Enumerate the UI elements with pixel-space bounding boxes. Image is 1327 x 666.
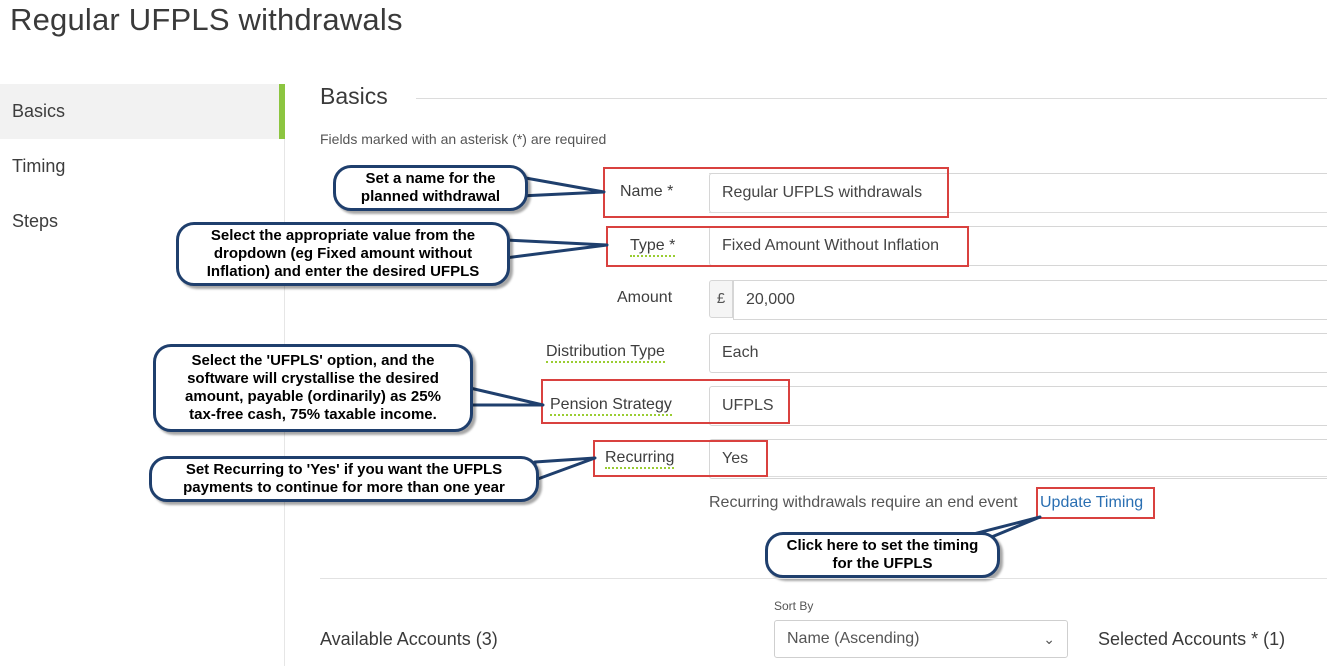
sidebar-item-timing[interactable]: Timing <box>0 139 285 194</box>
distribution-type-label-text: Distribution Type <box>546 343 665 363</box>
callout-pointer-name <box>518 175 606 198</box>
callout-name-line-1: Set a name for the <box>365 170 496 187</box>
callout-type-line-1: Select the appropriate value from the <box>210 227 476 244</box>
amount-input[interactable]: 20,000 <box>733 280 1327 320</box>
callout-type: Select the appropriate value from the dro… <box>176 222 510 286</box>
callout-name: Set a name for the planned withdrawal <box>333 165 528 211</box>
callout-pension-line-3: amount, payable (ordinarily) as 25% <box>185 388 441 405</box>
pension-strategy-highlight <box>541 379 790 424</box>
accounts-divider <box>320 578 1327 579</box>
callout-recurring-line-1: Set Recurring to 'Yes' if you want the U… <box>185 461 503 478</box>
chevron-down-icon: ⌄ <box>1043 631 1055 647</box>
callout-pointer-type <box>503 238 609 260</box>
distribution-type-select[interactable]: Each <box>709 333 1327 373</box>
update-timing-highlight <box>1036 487 1155 519</box>
callout-pension-line-1: Select the 'UFPLS' option, and the <box>191 352 435 369</box>
callout-timing-line-1: Click here to set the timing <box>786 537 979 554</box>
recurring-highlight <box>593 440 768 477</box>
callout-recurring: Set Recurring to 'Yes' if you want the U… <box>149 456 539 502</box>
amount-label: Amount <box>617 289 673 306</box>
pension-strategy-select[interactable]: UFPLS <box>709 386 1327 426</box>
distribution-type-label: Distribution Type <box>546 343 665 363</box>
sort-by-value: Name (Ascending) <box>787 630 920 647</box>
timing-note: Recurring withdrawals require an end eve… <box>709 494 1018 511</box>
section-divider <box>416 98 1327 99</box>
required-fields-note: Fields marked with an asterisk (*) are r… <box>320 131 607 147</box>
callout-pension-strategy: Select the 'UFPLS' option, and the softwa… <box>153 344 473 432</box>
callout-timing-line-2: for the UFPLS <box>832 555 933 572</box>
page-title: Regular UFPLS withdrawals <box>10 2 403 37</box>
callout-timing: Click here to set the timing for the UFPL… <box>765 532 1000 578</box>
callout-pointer-pension <box>468 386 545 407</box>
callout-type-line-2: dropdown (eg Fixed amount without <box>213 245 473 262</box>
selected-accounts-heading: Selected Accounts * (1) <box>1098 629 1286 649</box>
recurring-row-bottom-border <box>709 476 1327 477</box>
callout-pension-line-4: tax-free cash, 75% taxable income. <box>189 406 437 423</box>
section-title: Basics <box>320 83 388 109</box>
callout-recurring-line-2: payments to continue for more than one y… <box>183 479 505 496</box>
sort-by-select[interactable]: Name (Ascending) ⌄ <box>774 620 1068 658</box>
currency-prefix: £ <box>709 280 733 318</box>
type-highlight <box>606 226 969 267</box>
callout-type-line-3: Inflation) and enter the desired UFPLS <box>206 263 480 280</box>
sidebar-item-basics[interactable]: Basics <box>0 84 285 139</box>
sort-by-label: Sort By <box>774 599 814 613</box>
callout-pension-line-2: software will crystallise the desired <box>187 370 439 387</box>
name-highlight <box>603 167 949 218</box>
available-accounts-heading: Available Accounts (3) <box>320 629 498 649</box>
recurring-select[interactable]: Yes <box>709 439 1327 479</box>
callout-name-line-2: planned withdrawal <box>360 188 501 205</box>
callout-pointer-recurring <box>533 456 597 482</box>
